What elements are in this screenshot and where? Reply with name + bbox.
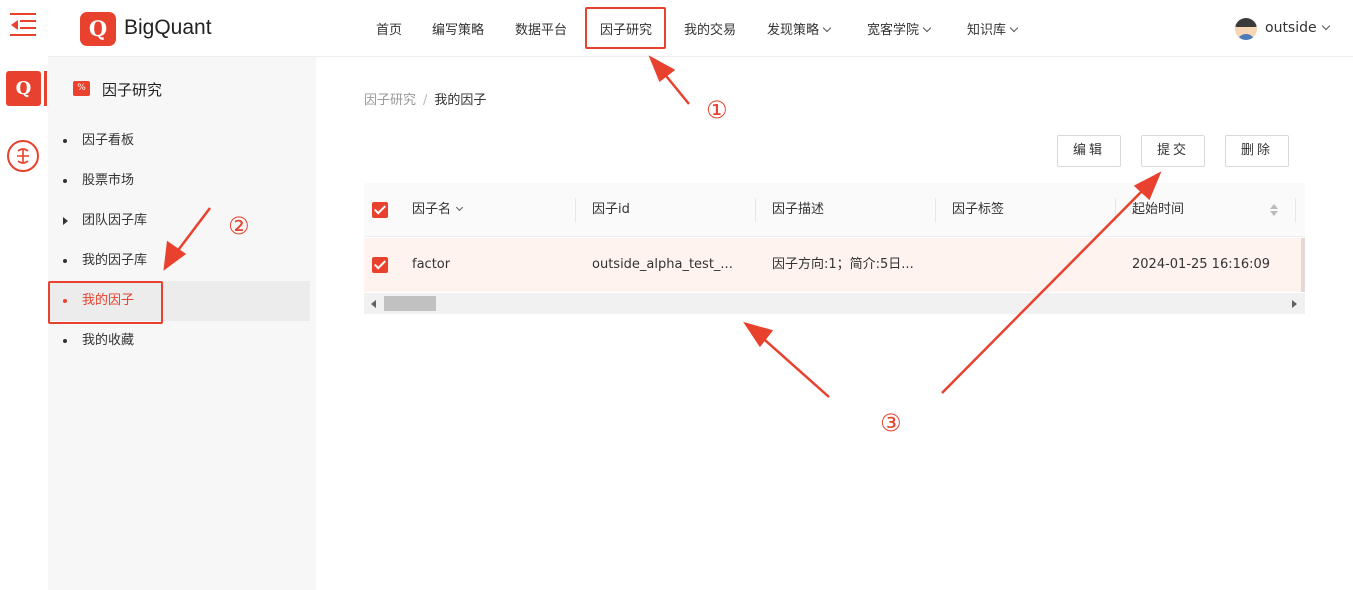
sidebar-item-label: 团队因子库: [82, 213, 148, 228]
chevron-down-icon: [822, 23, 832, 33]
chevron-down-icon: [1321, 21, 1330, 31]
menu-collapse-icon[interactable]: [10, 12, 38, 38]
sidebar-item-label: 我的因子库: [82, 253, 148, 268]
cell-factor-desc: 因子方向:1；简介:5日...: [772, 257, 914, 272]
scrollbar-thumb[interactable]: [384, 296, 436, 311]
chevron-down-icon: [922, 23, 932, 33]
table-row[interactable]: factor outside_alpha_test_... 因子方向:1；简介:…: [364, 238, 1305, 292]
caret-right-icon[interactable]: [63, 217, 68, 225]
breadcrumb-separator: /: [423, 93, 428, 108]
scroll-right-icon[interactable]: [1292, 300, 1297, 308]
nav-highlight-box: [585, 7, 666, 49]
row-edge: [1301, 238, 1305, 292]
sidebar-item-my-favorites[interactable]: 我的收藏: [48, 321, 310, 361]
annotation-three: ③: [880, 409, 902, 437]
table-header: 因子名 因子id 因子描述 因子标签 起始时间: [364, 183, 1305, 237]
column-divider: [1115, 198, 1116, 222]
horizontal-scrollbar[interactable]: [364, 293, 1305, 314]
factor-percent-icon: %: [73, 81, 90, 96]
brain-icon[interactable]: [7, 140, 39, 172]
submit-button[interactable]: 提交: [1141, 135, 1205, 167]
sidebar-title: 因子研究: [102, 81, 163, 99]
column-divider: [755, 198, 756, 222]
column-header-label: 因子名: [412, 202, 452, 217]
arrow-1-line: [657, 65, 690, 105]
sidebar-item-stock-market[interactable]: 股票市场: [48, 161, 310, 201]
column-header-desc: 因子描述: [772, 202, 825, 217]
sidebar-highlight-box: [48, 281, 163, 324]
factor-app-icon[interactable]: Q: [6, 71, 41, 106]
arrow-3a-line: [756, 332, 830, 398]
column-header-name[interactable]: 因子名: [412, 183, 464, 237]
select-all-checkbox[interactable]: [372, 202, 388, 218]
nav-write-strategy-label: 编写策略: [432, 23, 485, 38]
breadcrumb-current: 我的因子: [434, 93, 487, 108]
sort-desc-icon[interactable]: [1270, 211, 1278, 216]
cell-start-time: 2024-01-25 16:16:09: [1132, 257, 1271, 272]
cell-factor-name: factor: [412, 257, 451, 272]
nav-discover-strategy-label: 发现策略: [767, 23, 820, 38]
column-divider: [935, 198, 936, 222]
user-name: outside: [1265, 20, 1317, 36]
scroll-left-icon[interactable]: [371, 300, 376, 308]
nav-data-platform[interactable]: 数据平台: [515, 19, 567, 38]
avatar[interactable]: [1235, 18, 1257, 40]
sidebar-item-label: 股票市场: [82, 173, 135, 188]
column-divider: [575, 198, 576, 222]
user-menu[interactable]: outside: [1265, 20, 1330, 36]
sidebar-item-my-factor-lib[interactable]: 我的因子库: [48, 241, 310, 281]
nav-data-platform-label: 数据平台: [515, 23, 568, 38]
bigquant-logo-icon[interactable]: Q: [80, 12, 116, 46]
nav-quant-academy-label: 宽客学院: [867, 23, 920, 38]
nav-write-strategy[interactable]: 编写策略: [432, 19, 484, 38]
bullet-icon: [63, 339, 67, 343]
sidebar-item-label: 因子看板: [82, 133, 135, 148]
delete-button[interactable]: 删除: [1225, 135, 1289, 167]
icon-rail: Q: [0, 0, 48, 590]
chevron-down-icon: [1009, 23, 1019, 33]
sidebar-item-team-factor-lib[interactable]: 团队因子库: [48, 201, 310, 241]
nav-knowledge-base[interactable]: 知识库: [967, 19, 1019, 38]
cell-factor-id: outside_alpha_test_...: [592, 257, 733, 272]
brain-glyph: [17, 148, 29, 164]
arrow-3a-head: [743, 321, 774, 348]
brand-name[interactable]: BigQuant: [124, 16, 212, 40]
sidebar-item-label: 我的收藏: [82, 333, 135, 348]
nav-home-label: 首页: [376, 23, 403, 38]
arrow-1-head: [648, 55, 676, 82]
breadcrumb: 因子研究 / 我的因子: [364, 89, 486, 108]
column-header-tag: 因子标签: [952, 202, 1005, 217]
factor-table: 因子名 因子id 因子描述 因子标签 起始时间 factor outside_a…: [364, 183, 1305, 314]
nav-quant-academy[interactable]: 宽客学院: [867, 19, 932, 38]
nav-my-trading-label: 我的交易: [684, 23, 737, 38]
annotation-one: ①: [706, 96, 728, 124]
column-header-id: 因子id: [592, 202, 630, 217]
sidebar: % 因子研究 因子看板 股票市场 团队因子库 我的因子库 我的因子 我的收藏: [48, 57, 316, 590]
nav-my-trading[interactable]: 我的交易: [684, 19, 736, 38]
column-header-start-time[interactable]: 起始时间: [1132, 183, 1184, 237]
column-divider: [1295, 198, 1296, 222]
bullet-icon: [63, 139, 67, 143]
edit-button[interactable]: 编辑: [1057, 135, 1121, 167]
nav-home[interactable]: 首页: [376, 19, 402, 38]
sort-asc-icon[interactable]: [1270, 204, 1278, 209]
breadcrumb-parent[interactable]: 因子研究: [364, 93, 416, 108]
row-checkbox[interactable]: [372, 257, 388, 273]
top-navbar: Q BigQuant 首页 编写策略 数据平台 因子研究 我的交易 发现策略 宽…: [48, 0, 1353, 57]
sidebar-item-factor-board[interactable]: 因子看板: [48, 121, 310, 161]
nav-knowledge-base-label: 知识库: [967, 23, 1007, 38]
bullet-icon: [63, 179, 67, 183]
bullet-icon: [63, 259, 67, 263]
nav-discover-strategy[interactable]: 发现策略: [767, 19, 832, 38]
annotation-two: ②: [228, 212, 250, 240]
chevron-down-icon[interactable]: [455, 203, 464, 212]
rail-active-indicator: [44, 71, 47, 106]
